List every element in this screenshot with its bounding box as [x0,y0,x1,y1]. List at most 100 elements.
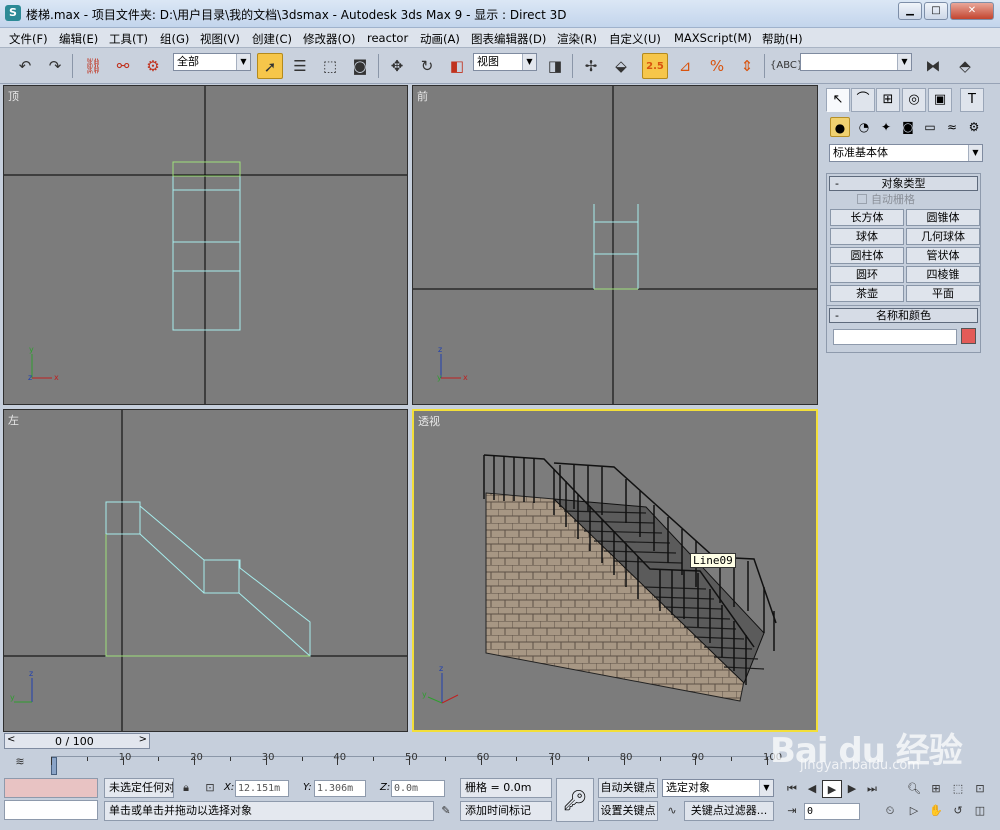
box-button[interactable]: 长方体 [830,209,904,226]
lights-icon[interactable]: ✦ [876,117,896,137]
menu-maxscript[interactable]: MAXScript(M) [674,31,752,45]
transform-mode-icon[interactable]: ⊡ [200,779,220,797]
time-slider-prev-icon[interactable]: < [7,734,15,745]
set-key-icon[interactable]: 🔑︎ [556,778,594,822]
maxscript-input[interactable] [4,800,98,820]
object-type-header[interactable]: - 对象类型 [829,176,978,191]
zoom-icon[interactable]: 🔍︎ [904,780,924,798]
add-time-tag-button[interactable]: 添加时间标记 [460,801,552,821]
menu-help[interactable]: 帮助(H) [762,31,803,47]
viewport-left[interactable]: 左 z y [3,409,408,732]
menu-create[interactable]: 创建(C) [252,31,292,47]
previous-frame-icon[interactable]: ◀ [802,780,822,798]
tube-button[interactable]: 管状体 [906,247,980,264]
helpers-icon[interactable]: ▭ [920,117,940,137]
field-of-view-icon[interactable]: ▷ [904,802,924,820]
display-tab-icon[interactable]: ▣ [928,88,952,112]
primitive-category-dropdown[interactable]: 标准基本体 ▼ [829,144,983,162]
close-button[interactable]: ✕ [950,2,994,20]
align-icon[interactable]: ⬘ [952,53,978,79]
window-crossing-icon[interactable]: ◙ [347,53,373,79]
shapes-icon[interactable]: ◔ [854,117,874,137]
sphere-button[interactable]: 球体 [830,228,904,245]
name-color-header[interactable]: - 名称和颜色 [829,308,978,323]
snaps-toggle-icon[interactable]: 2.5 [642,53,668,79]
move-icon[interactable]: ✥ [384,53,410,79]
select-and-link-icon[interactable]: ⛓ [80,53,106,79]
menu-group[interactable]: 组(G) [160,31,189,47]
current-frame-field[interactable]: 0 [804,803,860,820]
hierarchy-tab-icon[interactable]: ⊞ [876,88,900,112]
angle-snap-icon[interactable]: ⊿ [672,53,698,79]
named-selection-sets-dropdown[interactable]: ▼ [800,53,912,71]
cylinder-button[interactable]: 圆柱体 [830,247,904,264]
menu-graph-editors[interactable]: 图表编辑器(D) [471,31,546,47]
systems-icon[interactable]: ⚙ [964,117,984,137]
viewport-top[interactable]: 顶 y x z [3,85,408,405]
menu-views[interactable]: 视图(V) [200,31,240,47]
mirror-icon[interactable]: ⧓ [920,53,946,79]
geometry-icon[interactable]: ● [830,117,850,137]
cameras-icon[interactable]: ◙ [898,117,918,137]
cone-button[interactable]: 圆锥体 [906,209,980,226]
menu-modifiers[interactable]: 修改器(O) [303,31,356,47]
default-tangent-icon[interactable]: ∿ [662,802,682,820]
pan-icon[interactable]: ✋ [926,802,946,820]
scale-icon[interactable]: ◧ [444,53,470,79]
selection-filter-dropdown[interactable]: 全部 ▼ [173,53,251,71]
track-ruler[interactable]: 10 20 30 40 50 60 70 80 90 100 [51,752,782,775]
create-tab-icon[interactable]: ↖ [826,88,850,112]
keyboard-shortcut-icon[interactable]: ⬙ [608,53,634,79]
track-bar[interactable]: ≋ 10 20 30 40 50 60 70 80 90 100 [4,751,819,777]
time-tag-icon[interactable]: ✎ [436,802,456,820]
viewport-perspective[interactable]: 透视 z y Line09 [412,409,818,732]
teapot-button[interactable]: 茶壶 [830,285,904,302]
curve-editor-icon[interactable]: ≋ [10,753,30,771]
app-icon[interactable]: S [5,5,21,21]
reference-coord-dropdown[interactable]: 视图 ▼ [473,53,537,71]
select-by-name-icon[interactable]: ☰ [287,53,313,79]
menu-file[interactable]: 文件(F) [9,31,48,47]
redo-icon[interactable]: ↷ [42,53,68,79]
geosphere-button[interactable]: 几何球体 [906,228,980,245]
rect-selection-icon[interactable]: ⬚ [317,53,343,79]
zoom-all-icon[interactable]: ⊞ [926,780,946,798]
z-coordinate-field[interactable]: 0.0m [391,780,445,797]
maxscript-listener[interactable] [4,778,98,798]
arc-rotate-icon[interactable]: ↺ [948,802,968,820]
spinner-snap-icon[interactable]: ⇕ [734,53,760,79]
rotate-icon[interactable]: ↻ [414,53,440,79]
object-color-swatch[interactable] [961,328,976,344]
auto-key-button[interactable]: 自动关键点 [598,778,658,798]
next-frame-icon[interactable]: ▶ [842,780,862,798]
time-slider[interactable]: < 0 / 100 > [4,733,150,749]
lock-selection-icon[interactable]: 🔒︎ [176,779,196,797]
unlink-icon[interactable]: ⚯ [110,53,136,79]
menu-reactor[interactable]: reactor [367,31,408,45]
autogrid-checkbox[interactable]: 自动栅格 [857,193,980,207]
motion-tab-icon[interactable]: ◎ [902,88,926,112]
percent-snap-icon[interactable]: % [704,53,730,79]
key-mode-dropdown[interactable]: 选定对象 ▼ [662,779,774,797]
menu-animation[interactable]: 动画(A) [420,31,460,47]
edit-named-selection-icon[interactable]: {ABC} [770,53,803,79]
minimize-button[interactable]: ▁ [898,2,922,20]
key-filters-button[interactable]: 关键点过滤器... [684,801,774,821]
torus-button[interactable]: 圆环 [830,266,904,283]
zoom-extents-all-icon[interactable]: ⊡ [970,780,990,798]
viewport-front[interactable]: 前 z x y [412,85,818,405]
menu-customize[interactable]: 自定义(U) [609,31,661,47]
go-to-start-icon[interactable]: ⏮ [782,780,802,798]
select-manipulate-icon[interactable]: ✢ [578,53,604,79]
play-icon[interactable]: ▶ [822,780,842,798]
plane-button[interactable]: 平面 [906,285,980,302]
object-name-input[interactable] [833,329,957,345]
zoom-extents-icon[interactable]: ⬚ [948,780,968,798]
time-config-icon[interactable]: ⏲ [880,802,900,820]
y-coordinate-field[interactable]: 1.306m [314,780,366,797]
go-to-end-icon[interactable]: ⏭ [862,780,882,798]
menu-rendering[interactable]: 渲染(R) [557,31,597,47]
maximize-button[interactable]: □ [924,2,948,20]
key-mode-toggle-icon[interactable]: ⇥ [782,802,802,820]
space-warps-icon[interactable]: ≈ [942,117,962,137]
